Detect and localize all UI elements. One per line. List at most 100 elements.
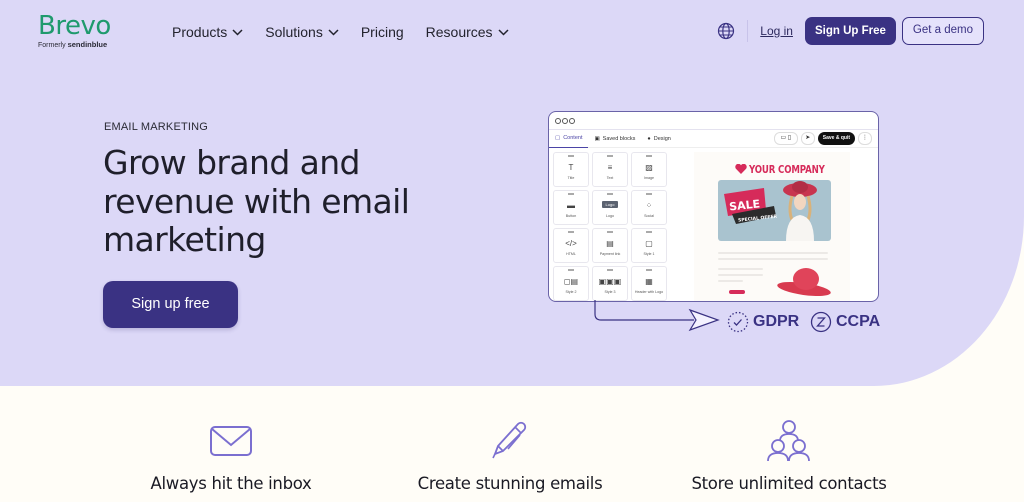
tab-label: Saved blocks (602, 135, 636, 142)
tab-label: Design (653, 135, 671, 142)
signup-free-button[interactable]: Sign up free (103, 281, 238, 328)
content-blocks-grid: T Title ≡ Text ▨ Image ▬ Button Logo Logo ⁘ Social <… (553, 152, 667, 301)
signup-button[interactable]: Sign Up Free (804, 17, 896, 45)
menu-solutions[interactable]: Solutions (265, 24, 339, 40)
block-label: Logo (606, 214, 614, 218)
hero-headline: Grow brand and revenue with email market… (103, 143, 410, 259)
drag-handle-icon (607, 231, 613, 233)
block-icon: T (568, 162, 574, 172)
drag-handle-icon (607, 193, 613, 195)
more-icon: ⋮ (858, 132, 872, 145)
feature-contacts: Store unlimited contacts (669, 418, 909, 493)
text-placeholder (718, 258, 828, 260)
gdpr-shield-icon (727, 311, 749, 333)
save-quit-button: Save & quit (817, 132, 855, 145)
feature-title: Always hit the inbox (150, 474, 312, 493)
drag-handle-icon (607, 155, 613, 157)
tab-saved-blocks: ▣ Saved blocks (588, 130, 641, 148)
text-placeholder (718, 268, 763, 270)
window-controls (549, 112, 878, 130)
drag-handle-icon (646, 193, 652, 195)
hero-eyebrow: EMAIL MARKETING (104, 121, 209, 133)
content-block: ▤ Payment link (592, 228, 628, 263)
text-placeholder (718, 280, 743, 282)
main-menu: Products Solutions Pricing Resources (172, 24, 509, 40)
block-label: Style 3 (604, 290, 616, 294)
block-label: Button (565, 214, 577, 218)
tab-design: ● Design (641, 130, 676, 148)
content-icon: ▢ (555, 135, 561, 141)
window-dot (562, 117, 568, 124)
drag-handle-icon (646, 269, 652, 271)
send-icon: ➤ (800, 132, 815, 145)
heart-logo-icon (735, 164, 747, 174)
content-block: ◻▤ Style 2 (553, 266, 589, 301)
brevo-logo[interactable]: Brevo Formerly sendinblue (38, 13, 111, 49)
block-label: Title (567, 176, 575, 180)
editor-actions: ▭ ▯ ➤ Save & quit ⋮ (773, 132, 872, 145)
block-icon: ▦ (645, 276, 653, 286)
drag-handle-icon (568, 269, 574, 271)
drag-handle-icon (568, 155, 574, 157)
drag-handle-icon (646, 231, 652, 233)
sale-banner-image: SALE SPECIAL OFFER (718, 180, 831, 241)
email-editor-illustration: ▢ Content ▣ Saved blocks ● Design ▭ ▯ ➤ Sav… (548, 111, 879, 302)
block-label: Social (644, 214, 654, 218)
block-label: Style 1 (643, 252, 655, 256)
content-block: ▦ Header with Logo (631, 266, 667, 301)
menu-products[interactable]: Products (172, 24, 243, 40)
content-block: T Title (553, 152, 589, 187)
text-placeholder (718, 252, 828, 254)
top-nav: Brevo Formerly sendinblue Products Solut… (0, 0, 1024, 62)
block-icon: ⁘ (645, 200, 653, 210)
content-block: ▨ Image (631, 152, 667, 187)
saved-blocks-icon: ▣ (594, 135, 600, 142)
content-block: ⁘ Social (631, 190, 667, 225)
contacts-icon (767, 420, 810, 462)
logo-sub-brand: sendinblue (67, 40, 108, 49)
menu-pricing[interactable]: Pricing (361, 24, 404, 40)
block-icon: ▣▣▣ (598, 276, 622, 286)
chevron-down-icon (232, 28, 243, 36)
feature-inbox: Always hit the inbox (111, 418, 351, 493)
feature-title: Create stunning emails (417, 474, 603, 493)
content-block: ▬ Button (553, 190, 589, 225)
block-icon: Logo (601, 201, 619, 208)
globe-icon[interactable] (717, 22, 735, 40)
preview-shop-button (729, 290, 745, 294)
content-block: ▢ Style 1 (631, 228, 667, 263)
editor-tabs: ▢ Content ▣ Saved blocks ● Design ▭ ▯ ➤ Sav… (549, 130, 878, 148)
block-icon: ≡ (607, 162, 613, 172)
logo-sub-prefix: Formerly (38, 42, 66, 49)
content-block: Logo Logo (592, 190, 628, 225)
content-block: ≡ Text (592, 152, 628, 187)
menu-label: Resources (425, 24, 493, 40)
divider (747, 20, 749, 42)
block-label: Style 2 (565, 290, 577, 294)
block-icon: ▨ (645, 162, 653, 172)
tab-label: Content (563, 135, 583, 141)
login-link[interactable]: Log in (760, 24, 793, 38)
block-label: Header with Logo (634, 290, 664, 294)
device-preview-icon: ▭ ▯ (773, 132, 798, 145)
ccpa-label: CCPA (836, 313, 881, 330)
design-icon: ● (647, 135, 651, 142)
menu-label: Pricing (360, 24, 404, 40)
window-dot (569, 117, 575, 124)
drag-handle-icon (568, 193, 574, 195)
feature-emails: Create stunning emails (390, 418, 630, 493)
drag-handle-icon (607, 269, 613, 271)
block-label: Image (644, 176, 654, 180)
ccpa-shield-icon (810, 311, 832, 333)
feature-title: Store unlimited contacts (691, 474, 887, 493)
menu-resources[interactable]: Resources (426, 24, 509, 40)
gdpr-badge: GDPR (727, 311, 799, 333)
tab-content: ▢ Content (549, 130, 589, 148)
red-hat-image (777, 268, 831, 297)
pencil-icon (492, 421, 527, 459)
gdpr-label: GDPR (753, 313, 800, 330)
menu-label: Products (172, 24, 228, 40)
block-icon: ▢ (645, 238, 653, 248)
envelope-icon (210, 426, 252, 456)
get-demo-button[interactable]: Get a demo (901, 17, 984, 45)
